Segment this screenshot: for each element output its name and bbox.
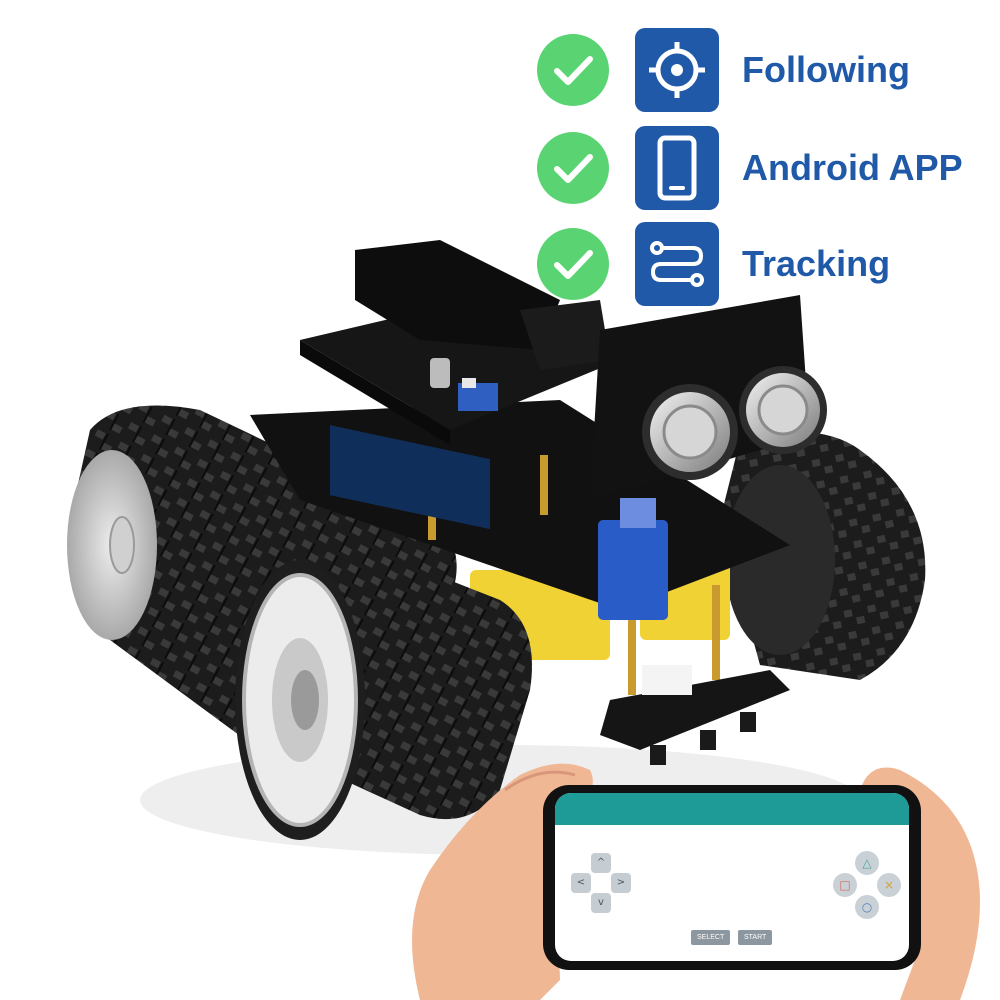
dpad-down-button[interactable]: v [591, 893, 611, 913]
dpad-up-button[interactable]: ^ [591, 853, 611, 873]
dpad-right-button[interactable]: > [611, 873, 631, 893]
app-screen: ^ v < > △ □ × ○ SELECT START [555, 793, 909, 961]
dpad-left-button[interactable]: < [571, 873, 591, 893]
cross-button[interactable]: × [877, 873, 901, 897]
square-button[interactable]: □ [833, 873, 857, 897]
select-button[interactable]: SELECT [691, 930, 731, 945]
triangle-button[interactable]: △ [855, 851, 879, 875]
circle-button[interactable]: ○ [855, 895, 879, 919]
smartphone: ^ v < > △ □ × ○ SELECT START [543, 785, 921, 970]
start-button[interactable]: START [738, 930, 773, 945]
app-bar [555, 793, 909, 825]
